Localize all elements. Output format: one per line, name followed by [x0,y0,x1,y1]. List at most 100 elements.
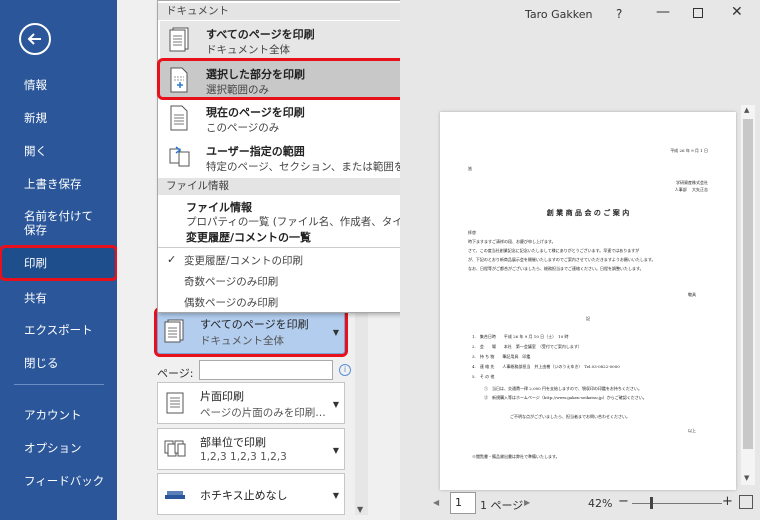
preview-scrollbar[interactable]: ▲ ▼ [741,105,755,485]
print-preview-area: Taro Gakken ? — ✕ 平成 26 年 9 月 1 日 皆 学研資産… [400,0,760,520]
menu-print-all-sub: ドキュメント全体 [206,44,290,56]
sidebar-item-account[interactable]: アカウント [0,408,117,422]
doc-body-line: なお、日程等がご都合がございましたら、総務担当までご連絡ください。日程を調整いた… [468,266,644,271]
sidebar-item-feedback[interactable]: フィードバック [0,474,117,488]
user-name[interactable]: Taro Gakken [525,8,593,21]
sidebar-item-share[interactable]: 共有 [0,291,117,305]
sidebar-item-new[interactable]: 新規 [0,111,117,125]
doc-ki: 記 [586,316,590,321]
menu-change-history-title: 変更履歴/コメントの一覧 [186,231,312,244]
chevron-down-icon: ▼ [332,328,339,337]
chevron-down-icon: ▼ [332,491,339,500]
doc-end: 以上 [688,428,696,433]
zoom-in-icon[interactable]: + [722,494,733,509]
print-range-title: すべてのページを印刷 [200,318,309,331]
checkmark-icon: ✓ [167,253,177,266]
collate-sub: 1,2,3 1,2,3 1,2,3 [200,451,287,463]
help-icon[interactable]: ? [616,7,622,21]
menu-print-all-title: すべてのページを印刷 [206,28,315,41]
zoom-level[interactable]: 42% [588,497,612,510]
staple-title: ホチキス止めなし [200,489,288,502]
collate-select[interactable]: 部単位で印刷 1,2,3 1,2,3 1,2,3 ▼ [157,428,345,470]
sidebar-item-options[interactable]: オプション [0,441,117,455]
minimize-icon[interactable]: — [656,4,670,20]
document-preview-page: 平成 26 年 9 月 1 日 皆 学研資産株式会社 人事部 大矢正志 創 業 … [440,112,736,490]
doc-list-item: 5. そ の 他 [472,374,495,379]
collate-title: 部単位で印刷 [200,436,266,449]
page-total: 1 ページ [480,499,524,512]
menu-change-history[interactable]: 変更履歴/コメントの一覧 [160,227,416,247]
sidebar-item-info[interactable]: 情報 [0,78,117,92]
sidebar-item-save[interactable]: 上書き保存 [0,177,117,191]
doc-ending: ご不明な点がございましたら、担当者までお問い合わせください。 [510,414,630,419]
page-icon [170,105,188,131]
panel-scrollbar[interactable] [355,300,368,515]
doc-date: 平成 26 年 9 月 1 日 [670,148,708,153]
single-sided-icon [166,392,184,414]
menu-print-selection-sub: 選択範囲のみ [206,84,269,96]
doc-body-line: 時下ますますご清祥の段、お慶び申し上げます。 [468,239,556,244]
stapler-icon [165,491,185,499]
doc-greeting: 拝啓 [468,230,476,235]
zoom-slider[interactable] [632,503,722,504]
menu-print-custom-title: ユーザー指定の範囲 [206,145,305,158]
dropdown-divider [158,247,416,248]
doc-list-item: 4. 連 絡 先 人事総務部担当 井上由樹（いのうえゆき） Tel.03-082… [472,364,620,369]
info-icon[interactable]: i [339,364,351,376]
chevron-down-icon: ▼ [332,446,339,455]
chevron-down-icon: ▼ [332,400,339,409]
menu-file-info-title: ファイル情報 [186,201,252,214]
sidebar-item-close[interactable]: 閉じる [0,356,117,370]
menu-print-all[interactable]: すべてのページを印刷 ドキュメント全体 [160,21,416,59]
doc-list-item: 2. 会 場 本社 第一会議室 （受付でご案内します） [472,344,582,349]
menu-print-selection[interactable]: 選択した部分を印刷 選択範囲のみ [157,58,419,100]
selection-page-icon [170,67,188,93]
doc-recipient: 皆 [468,166,472,171]
doc-note: ② 新規購入等はホームページ（http://www.gaken-seikatsu… [484,395,647,400]
document-pages-icon [164,319,184,343]
fit-page-icon[interactable] [739,495,753,509]
menu-odd-pages[interactable]: 奇数ページのみ印刷 [184,274,278,289]
section-document: ドキュメント [158,3,416,20]
menu-print-current[interactable]: 現在のページを印刷 このページのみ [160,99,416,137]
back-button[interactable] [19,23,51,55]
menu-print-custom[interactable]: ユーザー指定の範囲 特定のページ、セクション、または範囲を入力します [160,138,457,176]
maximize-icon[interactable] [693,8,703,18]
custom-range-icon [169,146,190,167]
zoom-slider-thumb[interactable] [650,497,653,509]
next-page-icon[interactable]: ▶ [524,498,530,507]
doc-note: ① 当日は、交通費一律 2,000 円を支給しますので、領収印の印鑑をお持ちくだ… [484,386,642,391]
duplex-select[interactable]: 片面印刷 ページの片面のみを印刷… ▼ [157,382,345,424]
document-pages-icon [169,27,189,52]
section-file-info: ファイル情報 [158,178,416,195]
scroll-down-icon[interactable]: ▼ [744,474,749,482]
zoom-out-icon[interactable]: − [618,494,629,509]
sidebar-item-open[interactable]: 開く [0,144,117,158]
doc-footnote: ※閲覧書・備品貸出書は弊社で準備いたします。 [472,454,560,459]
duplex-title: 片面印刷 [200,390,244,403]
back-arrow-icon [27,33,41,45]
scroll-down-icon[interactable]: ▼ [357,505,363,514]
page-number-input[interactable]: 1 [450,492,476,514]
sidebar-divider [14,384,104,385]
close-icon[interactable]: ✕ [731,4,743,20]
print-range-dropdown: ドキュメント すべてのページを印刷 ドキュメント全体 選択した部分を印刷 選択範… [157,0,457,313]
doc-closing: 敬具 [688,292,696,297]
sidebar-item-print[interactable]: 印刷 [0,245,118,281]
staple-select[interactable]: ホチキス止めなし ▼ [157,473,345,515]
pages-label: ページ: [157,367,194,380]
scroll-up-icon[interactable]: ▲ [744,106,749,114]
menu-print-markup[interactable]: 変更履歴/コメントの印刷 [184,253,303,268]
print-range-sub: ドキュメント全体 [200,335,284,347]
doc-sender-company: 学研資産株式会社 [676,180,708,185]
preview-scroll-thumb[interactable] [743,119,753,449]
menu-even-pages[interactable]: 偶数ページのみ印刷 [184,295,278,310]
doc-sender-name: 人事部 大矢正志 [674,187,708,192]
print-range-select[interactable]: すべてのページを印刷 ドキュメント全体 ▼ [154,307,348,357]
prev-page-icon[interactable]: ◀ [433,498,439,507]
doc-body-line: が、下記のとおり新商品展示会を開催いたしますのでご案内させていただきますようお願… [468,257,656,262]
sidebar-item-save-as[interactable]: 名前を付けて保存 [0,209,100,237]
pages-input[interactable] [199,360,333,380]
sidebar-item-export[interactable]: エクスポート [0,323,117,337]
menu-print-current-title: 現在のページを印刷 [206,106,305,119]
